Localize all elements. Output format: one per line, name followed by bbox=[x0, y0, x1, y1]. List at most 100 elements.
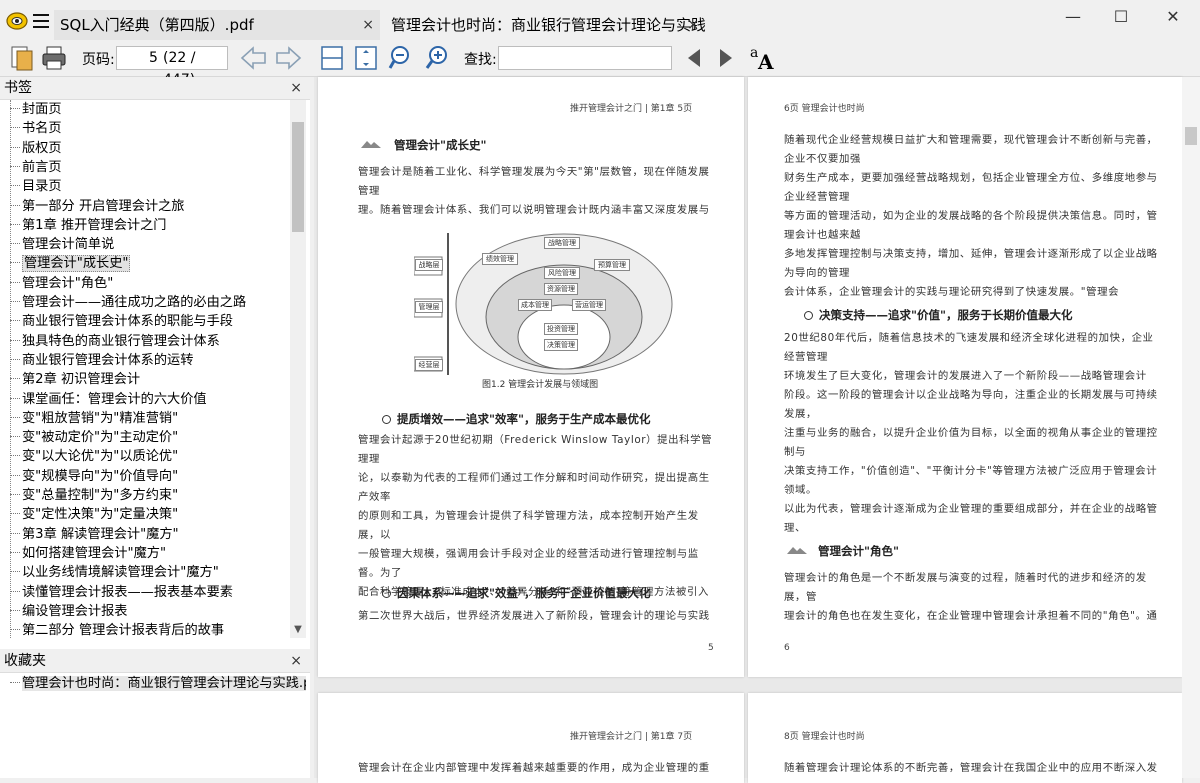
bookmark-item[interactable]: 第二部分 管理会计报表背后的故事 bbox=[10, 621, 288, 638]
section-heading-text: 因果体系——追求"效益"，服务于企业价值最大化 bbox=[397, 586, 651, 600]
page-header: 推开管理会计之门 | 第1章 7页 bbox=[570, 732, 693, 742]
diagram-label: 资源管理 bbox=[544, 283, 578, 295]
favorite-item[interactable]: 管理会计也时尚：商业银行管理会计理论与实践.p bbox=[10, 674, 306, 693]
bookmark-item-label: 以业务线情境解读管理会计"魔方" bbox=[22, 565, 219, 581]
favorites-close-icon[interactable]: × bbox=[290, 650, 302, 672]
bookmark-item-label: 管理会计简单说 bbox=[22, 237, 115, 253]
scroll-down-arrow-icon[interactable]: ▼ bbox=[292, 624, 304, 638]
open-file-icon[interactable] bbox=[8, 44, 36, 72]
bookmark-item-label: 管理会计"角色" bbox=[22, 275, 114, 291]
bookmark-item[interactable]: 变"粗放营销"为"精准营销" bbox=[10, 409, 288, 428]
fit-width-icon[interactable] bbox=[318, 44, 346, 72]
diagram-label: 营运管理 bbox=[572, 299, 606, 311]
font-size-icon[interactable]: a A bbox=[748, 44, 778, 74]
paragraph: 管理会计的角色是一个不断发展与演变的过程，随着时代的进步和经济的发展，管 理会计… bbox=[784, 572, 1158, 622]
tab-management-accounting[interactable]: 管理会计也时尚：商业银行管理会计理论与实践... × bbox=[385, 10, 705, 40]
app-logo-icon[interactable] bbox=[6, 11, 28, 31]
bookmark-item[interactable]: 管理会计——通往成功之路的必由之路 bbox=[10, 293, 288, 312]
diagram-label: 经营层 bbox=[415, 359, 443, 371]
bookmark-item[interactable]: 变"以大论优"为"以质论优" bbox=[10, 447, 288, 466]
fit-page-icon[interactable] bbox=[352, 44, 380, 72]
favorites-title: 收藏夹 bbox=[4, 653, 46, 669]
bookmark-item[interactable]: 以业务线情境解读管理会计"魔方" bbox=[10, 563, 288, 582]
bookmarks-panel: 书签 × 封面页书名页版权页前言页 目录页 第一部分 开启管理会计之旅 第1章 推开管… bbox=[0, 77, 310, 649]
diagram-label: 预算管理 bbox=[594, 259, 630, 271]
page-header: 8页 管理会计也时尚 bbox=[784, 732, 865, 742]
section-heading: 因果体系——追求"效益"，服务于企业价值最大化 bbox=[382, 585, 650, 601]
paragraph: 随着现代企业经营规模日益扩大和管理需要，现代管理会计不断创新与完善，企业不仅要加… bbox=[784, 134, 1158, 298]
bookmark-item-label: 独具特色的商业银行管理会计体系 bbox=[22, 333, 220, 349]
bookmark-item[interactable]: 商业银行管理会计体系的运转 bbox=[10, 351, 288, 370]
diagram-label: 成本管理 bbox=[518, 299, 552, 311]
tab-label: SQL入门经典（第四版）.pdf bbox=[60, 16, 254, 34]
bookmark-item[interactable]: 书名页 bbox=[10, 119, 288, 138]
bookmarks-close-icon[interactable]: × bbox=[290, 77, 302, 99]
bookmark-item[interactable]: 第一部分 开启管理会计之旅 bbox=[10, 197, 288, 216]
bookmark-item-label: 变"规模导向"为"价值导向" bbox=[22, 468, 179, 484]
bookmark-item[interactable]: 变"定性决策"为"定量决策" bbox=[10, 505, 288, 524]
paragraph: 管理会计是随着工业化、科学管理发展为今天"第"层数管，现在伴随发展管理 理。随着… bbox=[358, 166, 710, 216]
bookmark-item[interactable]: 编设管理会计报表 bbox=[10, 602, 288, 621]
maximize-button[interactable]: ☐ bbox=[1106, 6, 1136, 28]
bookmark-item[interactable]: 封面页 bbox=[10, 100, 288, 119]
pdf-page-7: 推开管理会计之门 | 第1章 7页 管理会计在企业内部管理中发挥着越来越重要的作… bbox=[318, 693, 744, 783]
bookmark-item[interactable]: 前言页 bbox=[10, 158, 288, 177]
bookmarks-scrollbar[interactable]: ▼ bbox=[290, 100, 306, 638]
diagram-label: 风险管理 bbox=[544, 267, 580, 279]
diagram-label: 战略层 bbox=[415, 259, 443, 271]
bookmark-item[interactable]: 变"总量控制"为"多方约束" bbox=[10, 486, 288, 505]
bookmark-item-label: 变"被动定价"为"主动定价" bbox=[22, 430, 179, 446]
previous-page-icon[interactable] bbox=[240, 44, 268, 72]
favorites-header: 收藏夹 × bbox=[0, 650, 310, 673]
bookmark-item[interactable]: 变"被动定价"为"主动定价" bbox=[10, 428, 288, 447]
diagram-label: 决策管理 bbox=[544, 339, 578, 351]
close-window-button[interactable]: ✕ bbox=[1158, 6, 1188, 28]
bookmark-item[interactable]: 课堂画任：管理会计的六大价值 bbox=[10, 390, 288, 409]
bookmark-item-label: 第1章 推开管理会计之门 bbox=[22, 217, 167, 233]
search-input[interactable] bbox=[498, 46, 672, 70]
bookmark-item[interactable]: 第1章 推开管理会计之门 bbox=[10, 216, 288, 235]
next-page-icon[interactable] bbox=[274, 44, 302, 72]
bookmark-item-label: 第3章 解读管理会计"魔方" bbox=[22, 526, 179, 542]
bookmarks-title: 书签 bbox=[4, 80, 32, 96]
zoom-in-icon[interactable] bbox=[422, 44, 450, 72]
bookmark-list: 封面页书名页版权页前言页 目录页 第一部分 开启管理会计之旅 第1章 推开管理会计之门… bbox=[0, 100, 290, 638]
bookmark-item[interactable]: 版权页 bbox=[10, 139, 288, 158]
scrollbar-thumb[interactable] bbox=[292, 122, 304, 232]
bookmark-item[interactable]: 商业银行管理会计体系的职能与手段 bbox=[10, 312, 288, 331]
bookmark-item[interactable]: 目录页 bbox=[10, 177, 288, 196]
scrollbar-thumb[interactable] bbox=[1185, 127, 1197, 145]
bookmark-item[interactable]: 第2章 初识管理会计 bbox=[10, 370, 288, 389]
bookmark-item-label: 如何搭建管理会计"魔方" bbox=[22, 545, 167, 561]
tab-close-icon[interactable]: × bbox=[362, 10, 374, 40]
minimize-button[interactable]: — bbox=[1058, 6, 1088, 28]
search-previous-icon[interactable] bbox=[680, 44, 708, 72]
bookmark-item[interactable]: 管理会计"成长史" bbox=[10, 254, 288, 273]
bookmark-item[interactable]: 变"规模导向"为"价值导向" bbox=[10, 467, 288, 486]
tab-close-icon[interactable]: × bbox=[687, 10, 699, 40]
bookmark-item[interactable]: 独具特色的商业银行管理会计体系 bbox=[10, 332, 288, 351]
zoom-out-icon[interactable] bbox=[388, 44, 416, 72]
hamburger-menu-icon[interactable] bbox=[33, 14, 49, 28]
document-viewer[interactable]: 推开管理会计之门 | 第1章 5页 管理会计"成长史" 管理会计是随着工业化、科… bbox=[314, 77, 1200, 783]
search-next-icon[interactable] bbox=[712, 44, 740, 72]
bookmark-item[interactable]: 第3章 解读管理会计"魔方" bbox=[10, 525, 288, 544]
print-icon[interactable] bbox=[40, 44, 68, 72]
bookmark-item[interactable]: 管理会计"角色" bbox=[10, 274, 288, 293]
current-page-value: 5 bbox=[149, 50, 158, 66]
diagram-label: 投资管理 bbox=[544, 323, 578, 335]
bookmark-item[interactable]: 读懂管理会计报表——报表基本要素 bbox=[10, 583, 288, 602]
document-scrollbar[interactable] bbox=[1182, 77, 1200, 778]
bookmark-item[interactable]: 管理会计简单说 bbox=[10, 235, 288, 254]
bookmark-item[interactable]: 如何搭建管理会计"魔方" bbox=[10, 544, 288, 563]
tab-label: 管理会计也时尚：商业银行管理会计理论与实践... bbox=[391, 16, 705, 34]
page-number: 6 bbox=[784, 643, 790, 653]
page-number-input[interactable]: 5 (22 / 447) bbox=[116, 46, 228, 88]
pdf-page-8: 8页 管理会计也时尚 随着管理会计理论体系的不断完善，管理会计在我国企业中的应用… bbox=[748, 693, 1182, 783]
tab-sql-book[interactable]: SQL入门经典（第四版）.pdf × bbox=[54, 10, 380, 40]
favorite-item-label: 管理会计也时尚：商业银行管理会计理论与实践.p bbox=[22, 676, 306, 691]
bookmark-item-label: 第2章 初识管理会计 bbox=[22, 372, 141, 388]
bullet-icon bbox=[382, 415, 391, 424]
bookmark-item-label: 书名页 bbox=[22, 121, 62, 137]
bookmark-item-label: 版权页 bbox=[22, 140, 62, 156]
